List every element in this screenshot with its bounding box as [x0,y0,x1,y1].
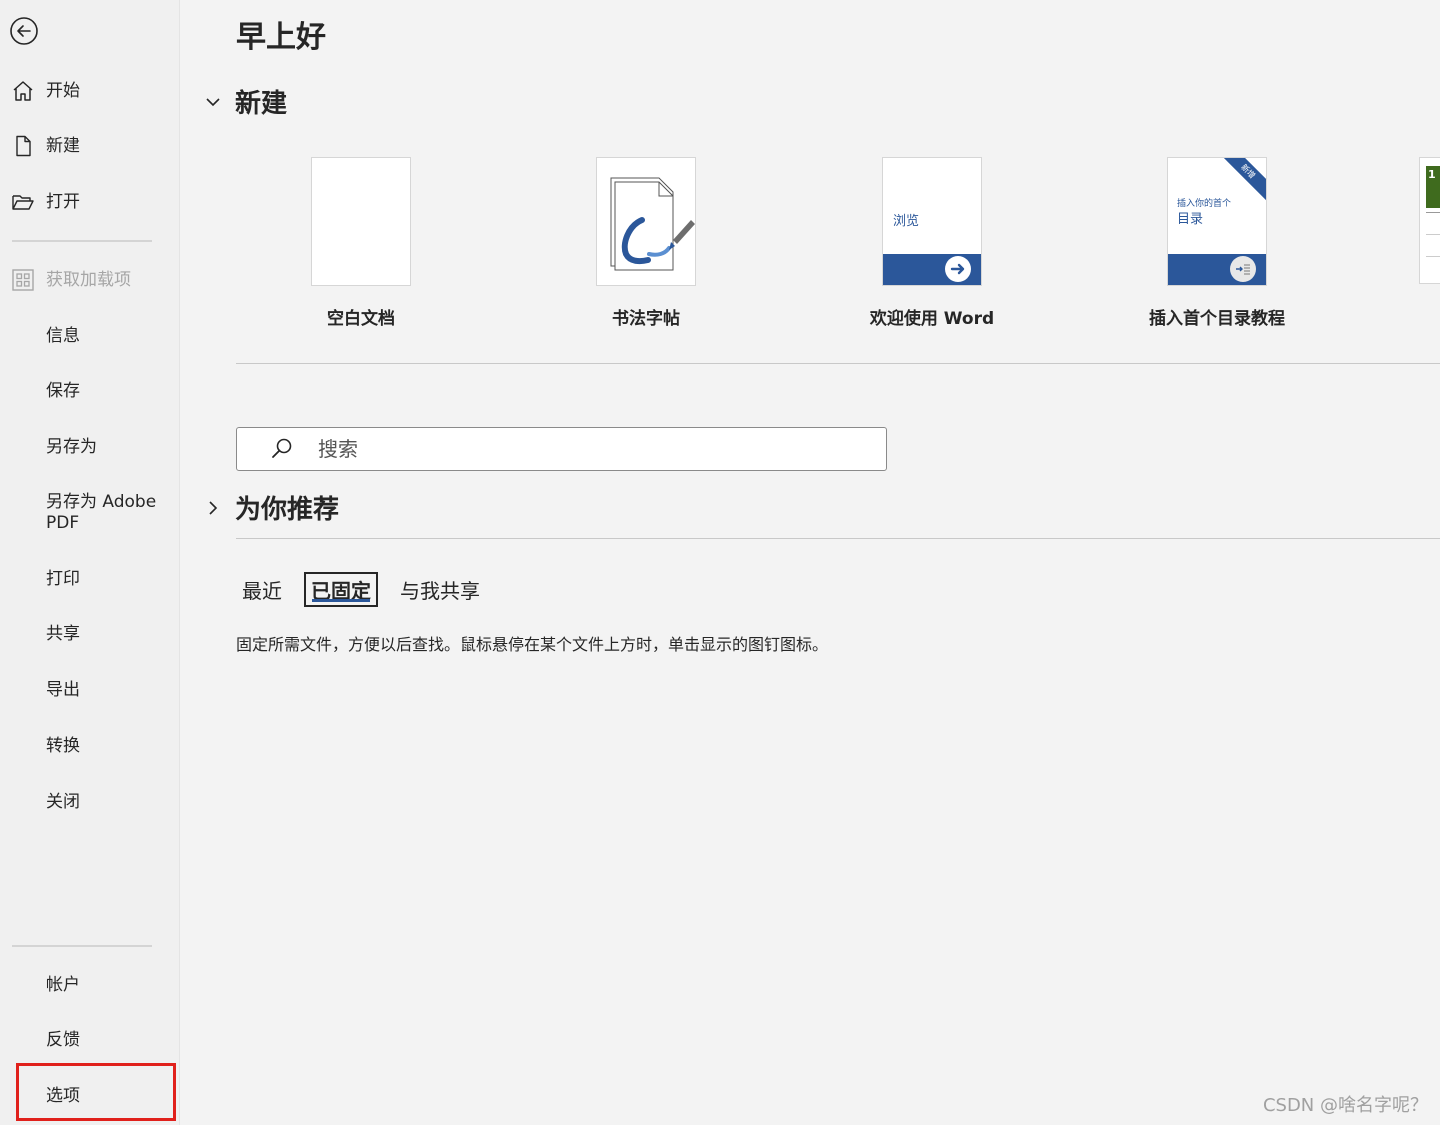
chevron-right-icon[interactable] [203,498,223,518]
sidebar-item-label: 打开 [46,191,80,212]
add-ins-grid-icon [11,268,35,292]
section-divider [236,363,1440,364]
sidebar-item-print[interactable]: 打印 [0,557,179,601]
tab-recent[interactable]: 最近 [236,572,288,607]
new-section-header: 新建 [203,83,287,120]
sidebar-item-home[interactable]: 开始 [0,69,179,113]
template-thumbnail [311,157,411,286]
recommended-section-title: 为你推荐 [235,495,340,525]
template-label: 空白文档 [327,309,395,329]
template-label: 插入首个目录教程 [1149,309,1285,329]
sidebar-item-save-as[interactable]: 另存为 [0,425,179,469]
sidebar-item-label: 打印 [46,568,80,589]
thumb-line [1426,234,1440,235]
backstage-sidebar: 开始 新建 打开 获取加载项 信息 保存 另存为 另存为 Adobe PDF 打… [0,0,180,1125]
back-arrow-icon[interactable] [8,15,40,47]
thumb-number: 1 [1428,168,1436,181]
sidebar-item-open[interactable]: 打开 [0,180,179,224]
sidebar-divider [12,240,152,242]
toc-insert-icon [1230,256,1256,282]
sidebar-item-save-as-pdf[interactable]: 另存为 Adobe PDF [0,491,179,535]
new-ribbon-badge: 新增 [1217,158,1266,202]
calligraphy-brush-icon [610,177,695,271]
home-icon [11,79,35,103]
recommended-section-header: 为你推荐 [203,489,339,526]
sidebar-item-close[interactable]: 关闭 [0,780,179,824]
sidebar-item-info[interactable]: 信息 [0,314,179,358]
sidebar-divider [12,945,152,947]
sidebar-item-share[interactable]: 共享 [0,612,179,656]
sidebar-item-save[interactable]: 保存 [0,369,179,413]
template-thumbnail: 新增 插入你的首个 目录 [1167,157,1267,286]
sidebar-item-new[interactable]: 新建 [0,124,179,168]
template-label: 欢迎使用 Word [869,309,995,329]
search-icon [272,438,292,458]
sidebar-item-label: 获取加载项 [46,269,131,290]
sidebar-item-label: 另存为 [46,436,97,457]
sidebar-item-export[interactable]: 导出 [0,668,179,712]
sidebar-item-account[interactable]: 帐户 [0,963,179,1007]
new-section-title: 新建 [235,89,288,119]
options-highlight-box [16,1063,176,1121]
chevron-down-icon[interactable] [203,92,223,112]
section-divider [236,538,1440,539]
sidebar-item-label: 保存 [46,380,80,401]
tab-pinned[interactable]: 已固定 [304,572,378,607]
pinned-hint-text: 固定所需文件，方便以后查找。鼠标悬停在某个文件上方时，单击显示的图钉图标。 [236,635,829,654]
template-thumbnail: 浏览 [882,157,982,286]
arrow-right-icon [945,256,971,282]
template-insert-toc[interactable]: 新增 插入你的首个 目录 插入首个目录教程 [1102,157,1332,329]
open-folder-icon [11,190,35,214]
sidebar-item-label: 新建 [46,135,80,156]
template-label: 书法字帖 [612,309,680,329]
sidebar-item-label: 反馈 [46,1029,80,1050]
greeting-heading: 早上好 [236,20,326,55]
sidebar-item-label: 信息 [46,325,80,346]
thumb-large-text: 目录 [1177,212,1204,227]
sidebar-item-feedback[interactable]: 反馈 [0,1018,179,1062]
sidebar-item-label: 开始 [46,80,80,101]
new-document-icon [11,134,35,158]
template-thumbnail [596,157,696,286]
sidebar-item-label: 另存为 Adobe PDF [46,492,157,533]
sidebar-item-label: 转换 [46,735,80,756]
sidebar-item-label: 导出 [46,679,80,700]
sidebar-item-label: 帐户 [46,974,80,995]
thumb-line [1426,256,1440,257]
file-tabs: 最近 已固定 与我共享 [236,572,502,607]
thumb-browse-text: 浏览 [893,214,920,229]
template-calligraphy[interactable]: 书法字帖 [531,157,761,329]
tab-shared-with-me[interactable]: 与我共享 [394,572,486,607]
sidebar-item-get-addins: 获取加载项 [0,258,179,302]
sidebar-item-label: 关闭 [46,791,80,812]
template-blank-document[interactable]: 空白文档 [246,157,476,329]
thumb-line [1426,212,1440,213]
search-box[interactable] [236,427,887,471]
sidebar-item-label: 共享 [46,623,80,644]
template-partial[interactable]: 1 [1419,157,1440,284]
template-welcome-word[interactable]: 浏览 欢迎使用 Word [817,157,1047,329]
search-input[interactable] [316,436,840,462]
sidebar-item-transform[interactable]: 转换 [0,724,179,768]
watermark: CSDN @啥名字呢？ [1262,1095,1428,1116]
